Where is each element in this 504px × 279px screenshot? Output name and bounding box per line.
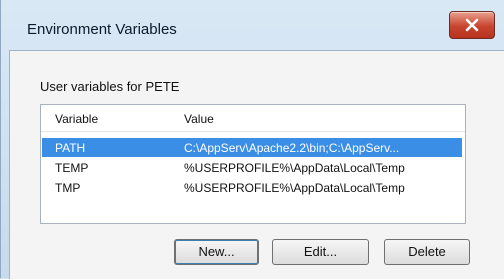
column-header-variable[interactable]: Variable bbox=[55, 112, 98, 126]
new-button[interactable]: New... bbox=[174, 239, 259, 265]
column-header-value[interactable]: Value bbox=[184, 112, 214, 126]
list-header: Variable Value bbox=[41, 105, 465, 132]
variable-value: %USERPROFILE%\AppData\Local\Temp bbox=[184, 161, 405, 175]
list-row-path[interactable]: PATH C:\AppServ\Apache2.2\bin;C:\AppServ… bbox=[42, 138, 462, 157]
title-bar[interactable]: Environment Variables bbox=[1, 0, 504, 52]
delete-button[interactable]: Delete bbox=[384, 239, 470, 265]
close-button[interactable] bbox=[449, 11, 495, 39]
window-title: Environment Variables bbox=[27, 21, 177, 38]
variable-name: TEMP bbox=[55, 161, 89, 175]
list-row-tmp[interactable]: TMP %USERPROFILE%\AppData\Local\Temp bbox=[42, 178, 462, 197]
variable-name: PATH bbox=[55, 141, 86, 155]
environment-variables-window: Environment Variables User variables for… bbox=[0, 0, 504, 279]
variable-value: C:\AppServ\Apache2.2\bin;C:\AppServ... bbox=[184, 141, 400, 155]
list-row-temp[interactable]: TEMP %USERPROFILE%\AppData\Local\Temp bbox=[42, 158, 462, 177]
variable-name: TMP bbox=[55, 181, 81, 195]
user-variables-list[interactable]: Variable Value PATH C:\AppServ\Apache2.2… bbox=[40, 104, 466, 224]
edit-button[interactable]: Edit... bbox=[272, 239, 369, 265]
user-variables-label: User variables for PETE bbox=[40, 79, 180, 94]
close-icon bbox=[465, 18, 479, 32]
variable-value: %USERPROFILE%\AppData\Local\Temp bbox=[184, 181, 405, 195]
